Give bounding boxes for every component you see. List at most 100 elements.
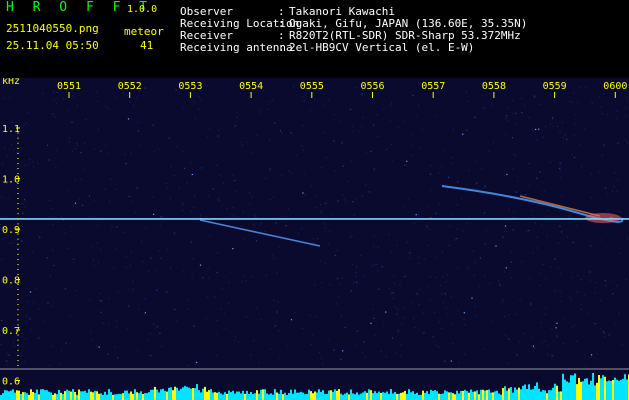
noise-speckle	[71, 121, 73, 123]
band-bar	[320, 392, 322, 400]
band-bar	[618, 380, 620, 400]
band-bar	[530, 389, 532, 400]
band-bar	[480, 389, 482, 400]
noise-speckle	[128, 195, 130, 198]
band-bar	[146, 393, 148, 400]
noise-speckle	[55, 166, 57, 168]
band-bar	[458, 393, 460, 400]
noise-speckle	[429, 276, 431, 278]
noise-speckle	[232, 248, 234, 250]
noise-speckle	[22, 203, 24, 205]
noise-speckle	[153, 213, 155, 215]
noise-speckle	[390, 291, 393, 293]
band-bar	[90, 391, 92, 400]
band-bar	[68, 390, 70, 400]
noise-speckle	[353, 282, 355, 284]
noise-speckle	[187, 308, 189, 310]
noise-speckle	[240, 145, 243, 147]
noise-speckle	[499, 284, 501, 286]
noise-speckle	[72, 95, 75, 97]
noise-speckle	[626, 142, 628, 144]
noise-speckle	[495, 245, 497, 247]
noise-speckle	[561, 231, 563, 233]
noise-speckle	[338, 121, 341, 123]
noise-speckle	[218, 129, 220, 131]
noise-speckle	[389, 119, 391, 121]
noise-speckle	[426, 205, 428, 207]
noise-speckle	[491, 321, 493, 323]
noise-speckle	[190, 241, 192, 243]
noise-speckle	[0, 343, 2, 345]
noise-speckle	[467, 266, 469, 268]
noise-speckle	[466, 129, 468, 131]
noise-speckle	[599, 106, 602, 108]
band-bar	[372, 393, 374, 400]
noise-speckle	[572, 212, 574, 215]
noise-speckle	[524, 194, 526, 196]
noise-speckle	[269, 101, 271, 103]
band-bar	[304, 394, 306, 400]
noise-speckle	[191, 277, 193, 279]
noise-speckle	[245, 280, 247, 282]
band-bar	[344, 393, 346, 400]
band-bar	[364, 391, 366, 400]
noise-speckle	[242, 143, 244, 145]
band-bar	[462, 391, 464, 400]
band-bar	[14, 392, 16, 400]
noise-speckle	[603, 93, 605, 95]
noise-speckle	[355, 276, 357, 278]
noise-speckle	[549, 123, 552, 125]
noise-speckle	[407, 199, 410, 201]
noise-speckle	[186, 182, 188, 184]
noise-speckle	[140, 144, 142, 146]
noise-speckle	[297, 233, 299, 235]
noise-speckle	[114, 346, 116, 348]
noise-speckle	[328, 99, 330, 101]
noise-speckle	[561, 121, 563, 123]
band-bar	[232, 390, 234, 400]
noise-speckle	[438, 172, 440, 174]
noise-speckle	[571, 154, 573, 156]
noise-speckle	[451, 323, 453, 326]
band-bar	[70, 391, 72, 400]
noise-speckle	[442, 275, 444, 278]
noise-speckle	[74, 202, 77, 204]
noise-speckle	[69, 315, 71, 317]
noise-speckle	[198, 108, 200, 110]
noise-speckle	[417, 213, 420, 216]
band-bar	[382, 392, 384, 400]
noise-speckle	[385, 356, 387, 358]
noise-speckle	[473, 274, 475, 276]
noise-speckle	[27, 112, 30, 114]
noise-speckle	[528, 184, 530, 187]
noise-speckle	[265, 177, 267, 179]
noise-speckle	[288, 170, 290, 172]
band-bar	[222, 394, 224, 400]
band-bar	[592, 373, 594, 400]
noise-speckle	[319, 210, 321, 212]
noise-speckle	[165, 182, 168, 184]
noise-speckle	[260, 111, 262, 113]
noise-speckle	[144, 87, 146, 89]
noise-speckle	[1, 320, 3, 322]
noise-speckle	[545, 126, 547, 128]
noise-speckle	[355, 86, 357, 89]
noise-speckle	[205, 317, 208, 319]
band-bar	[308, 389, 310, 400]
noise-speckle	[455, 239, 457, 241]
noise-speckle	[281, 174, 283, 176]
noise-speckle	[412, 94, 414, 96]
noise-speckle	[513, 216, 515, 218]
noise-speckle	[237, 341, 240, 343]
band-bar	[8, 391, 10, 400]
noise-speckle	[170, 197, 172, 200]
noise-speckle	[314, 99, 316, 101]
noise-speckle	[146, 339, 148, 341]
noise-speckle	[247, 141, 249, 143]
band-bar	[214, 392, 216, 400]
noise-speckle	[109, 201, 111, 203]
band-bar	[240, 393, 242, 400]
band-bar	[134, 389, 136, 400]
band-bar	[16, 390, 18, 400]
noise-speckle	[571, 299, 573, 301]
